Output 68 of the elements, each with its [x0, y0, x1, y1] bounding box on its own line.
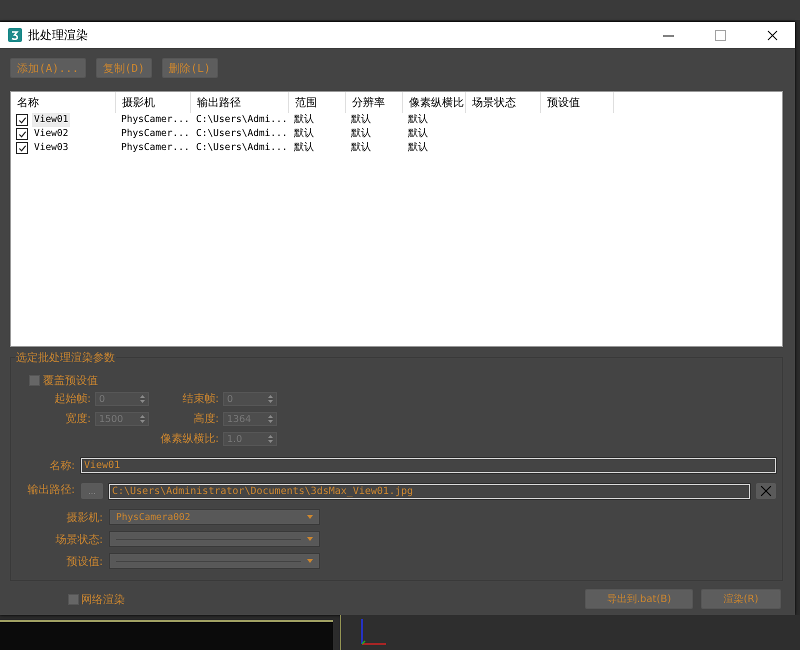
spinner-arrows-icon[interactable]	[268, 415, 273, 423]
window-title: 批处理渲染	[28, 26, 89, 44]
close-icon	[760, 485, 772, 497]
field-label: 输出路径:	[26, 482, 75, 496]
close-icon[interactable]	[766, 30, 778, 40]
toolbar-button[interactable]: 删除(L)	[162, 58, 218, 78]
column-header[interactable]: 摄影机	[116, 92, 191, 113]
checkbox[interactable]	[16, 128, 28, 140]
spinner-label: 起始帧:	[53, 392, 91, 406]
table-cell-text: 默认	[350, 113, 372, 127]
browse-button[interactable]: ...	[81, 483, 103, 499]
table-cell-text: C:\Users\Admi...	[195, 127, 289, 141]
spinner-label: 宽度:	[64, 412, 91, 426]
column-header[interactable]: 像素纵横比	[403, 92, 466, 113]
table-cell-text: PhysCamer...	[120, 141, 191, 155]
column-header[interactable]: 预设值	[541, 92, 614, 113]
column-header[interactable]: 范围	[289, 92, 346, 113]
column-header[interactable]: 场景状态	[466, 92, 541, 113]
spinner-label: 像素纵横比:	[159, 432, 219, 446]
toolbar-button[interactable]: 复制(D)	[96, 58, 152, 78]
table-cell-text: 默认	[293, 113, 315, 127]
checkbox[interactable]	[68, 594, 79, 604]
dropdown-label: 场景状态:	[54, 532, 103, 546]
view-name[interactable]: View02	[32, 127, 70, 141]
output-path-field[interactable]: C:\Users\Administrator\Documents\3dsMax_View01.jpg	[109, 484, 750, 498]
table-cell-text: 默认	[350, 141, 372, 155]
dropdown[interactable]: PhysCamera002	[109, 509, 320, 525]
spinner-arrows-icon[interactable]	[140, 415, 145, 423]
table-cell-text: 默认	[293, 127, 315, 141]
group-title: 选定批处理渲染参数	[15, 350, 116, 365]
spinner-label: 结束帧:	[181, 392, 219, 406]
dropdown[interactable]	[109, 531, 320, 547]
spinner-arrows-icon[interactable]	[268, 435, 273, 443]
table-cell-text: PhysCamer...	[120, 127, 191, 141]
table-cell-text: 默认	[407, 113, 429, 127]
checkbox[interactable]	[16, 114, 28, 126]
dropdown-label: 预设值:	[65, 554, 103, 568]
table-cell-text: 默认	[293, 141, 315, 155]
spinner-arrows-icon[interactable]	[140, 395, 145, 403]
table-cell-text: C:\Users\Admi...	[195, 113, 289, 127]
checkbox[interactable]	[29, 375, 40, 386]
dropdown-label: 摄影机:	[65, 510, 103, 524]
app-icon	[8, 28, 22, 42]
render-button[interactable]: 渲染(R)	[701, 589, 781, 609]
dropdown-arrow-icon[interactable]	[307, 537, 313, 541]
export-button[interactable]: 导出到.bat(B)	[585, 589, 693, 609]
name-field[interactable]: View01	[81, 458, 776, 473]
column-header[interactable]: 分辨率	[346, 92, 403, 113]
table-cell-text: 默认	[407, 141, 429, 155]
table-cell-text: PhysCamer...	[120, 113, 191, 127]
dropdown-arrow-icon[interactable]	[307, 559, 313, 563]
dropdown-arrow-icon[interactable]	[307, 515, 313, 519]
dropdown[interactable]	[109, 553, 320, 569]
view-name[interactable]: View01	[32, 113, 70, 127]
view-name[interactable]: View03	[32, 141, 70, 155]
maximize-icon[interactable]	[714, 30, 726, 40]
table-cell-text: C:\Users\Admi...	[195, 141, 289, 155]
column-header[interactable]: 输出路径	[191, 92, 289, 113]
checkbox-label: 网络渲染	[81, 592, 125, 606]
field-label: 名称:	[48, 458, 75, 473]
spinner-arrows-icon[interactable]	[268, 395, 273, 403]
spinner-label: 高度:	[192, 412, 219, 426]
clear-button[interactable]	[756, 483, 776, 499]
checkbox[interactable]	[16, 142, 28, 154]
checkbox-label: 覆盖预设值	[43, 373, 98, 388]
table-cell-text: 默认	[407, 127, 429, 141]
toolbar-button[interactable]: 添加(A)...	[10, 58, 86, 78]
table-cell-text: 默认	[350, 127, 372, 141]
